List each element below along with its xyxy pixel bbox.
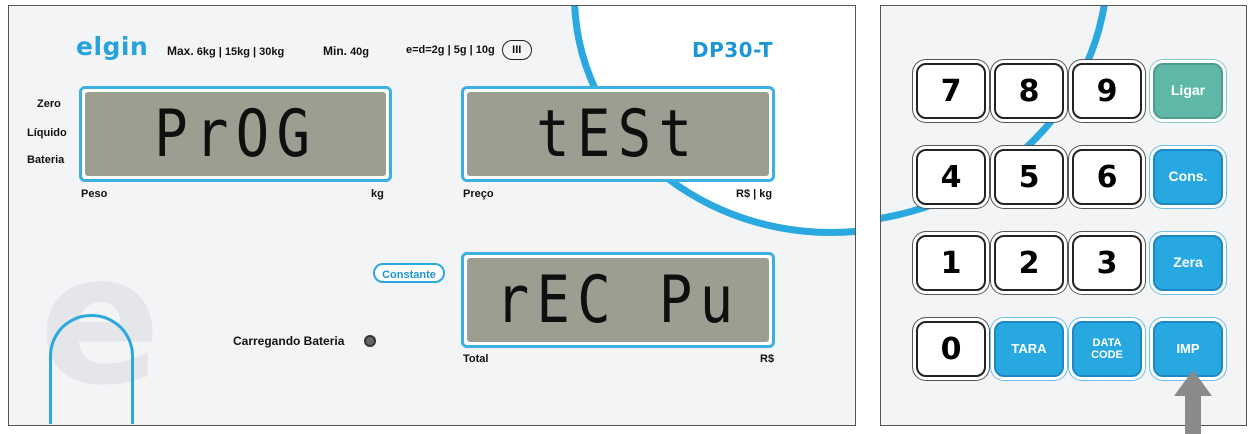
total-lcd: rEC Pu xyxy=(467,258,769,342)
key-5[interactable]: 5 xyxy=(994,149,1064,205)
keypad-panel: 7 8 9 Ligar 4 5 6 Cons. 1 2 3 Zera 0 TAR… xyxy=(880,5,1247,426)
data-code-button[interactable]: DATA CODE xyxy=(1072,321,1142,377)
model-name: DP30-T xyxy=(692,38,774,62)
max-label: Max. xyxy=(167,44,194,58)
key-7[interactable]: 7 xyxy=(916,63,986,119)
pointer-arrow-shaft xyxy=(1185,395,1201,434)
tara-button[interactable]: TARA xyxy=(994,321,1064,377)
key-6[interactable]: 6 xyxy=(1072,149,1142,205)
total-display: rEC Pu xyxy=(461,252,775,348)
key-4[interactable]: 4 xyxy=(916,149,986,205)
price-lcd: tESt xyxy=(467,92,769,176)
division-value: e=d=2g | 5g | 10g xyxy=(406,43,495,56)
key-1[interactable]: 1 xyxy=(916,235,986,291)
imp-button[interactable]: IMP xyxy=(1153,321,1223,377)
scale-display-panel: e elgin Max. 6kg | 15kg | 30kg Min. 40g … xyxy=(8,5,856,426)
weight-lcd: PrOG xyxy=(85,92,386,176)
data-code-label-line1: DATA xyxy=(1092,336,1122,349)
key-0[interactable]: 0 xyxy=(916,321,986,377)
price-lcd-text: tESt xyxy=(536,95,700,172)
pointer-arrow-icon xyxy=(1174,370,1212,396)
max-capacity: Max. 6kg | 15kg | 30kg xyxy=(167,44,284,58)
constante-badge: Constante xyxy=(373,263,445,283)
min-capacity: Min. 40g xyxy=(323,44,369,58)
total-lcd-text: rEC Pu xyxy=(495,261,741,338)
data-code-label-line2: CODE xyxy=(1091,349,1123,361)
key-3[interactable]: 3 xyxy=(1072,235,1142,291)
arch-outline-decoration xyxy=(49,314,134,424)
total-label: Total xyxy=(463,353,489,365)
charging-label: Carregando Bateria xyxy=(233,334,345,348)
battery-indicator-label: Bateria xyxy=(27,154,65,166)
price-label: Preço xyxy=(463,188,494,200)
price-unit: R$ | kg xyxy=(736,188,773,200)
division-spec: e=d=2g | 5g | 10g III xyxy=(406,40,532,60)
max-value: 6kg | 15kg | 30kg xyxy=(196,46,285,58)
key-2[interactable]: 2 xyxy=(994,235,1064,291)
key-9[interactable]: 9 xyxy=(1072,63,1142,119)
weight-unit: kg xyxy=(371,188,384,200)
weight-label: Peso xyxy=(81,188,108,200)
price-display: tESt xyxy=(461,86,775,182)
key-8[interactable]: 8 xyxy=(994,63,1064,119)
zera-button[interactable]: Zera xyxy=(1153,235,1223,291)
total-unit: R$ xyxy=(760,353,775,365)
accuracy-class-badge: III xyxy=(501,40,532,60)
charging-led-icon xyxy=(364,335,376,347)
zero-indicator-label: Zero xyxy=(37,98,61,110)
min-value: 40g xyxy=(350,46,370,58)
brand-logo: elgin xyxy=(76,32,149,61)
weight-display: PrOG xyxy=(79,86,392,182)
cons-button[interactable]: Cons. xyxy=(1153,149,1223,205)
weight-lcd-text: PrOG xyxy=(153,95,318,172)
min-label: Min. xyxy=(323,44,347,58)
net-indicator-label: Líquido xyxy=(27,127,67,139)
ligar-button[interactable]: Ligar xyxy=(1153,63,1223,119)
